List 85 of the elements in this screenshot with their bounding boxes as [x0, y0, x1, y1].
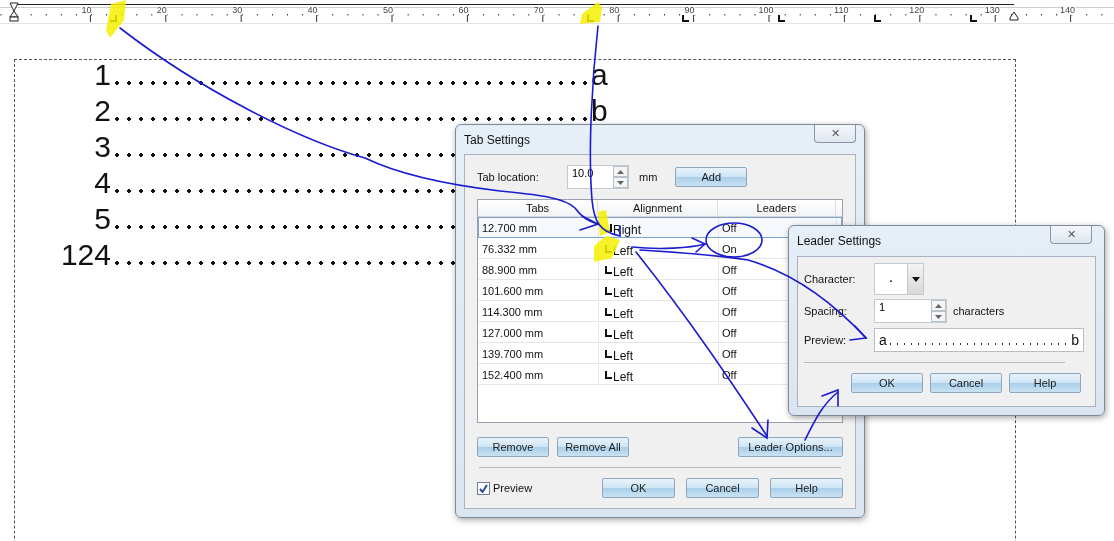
table-cell: 101.600 mm [482, 284, 544, 297]
preview-text: b [1071, 332, 1079, 348]
checkmark-icon [479, 483, 488, 493]
table-cell: 139.700 mm [482, 347, 544, 360]
table-cell: 127.000 mm [482, 326, 544, 339]
left-tab-icon [605, 370, 612, 379]
line-number: 1 [93, 58, 111, 92]
dialog-button[interactable]: Help [1009, 373, 1081, 393]
left-tab-icon[interactable] [970, 15, 977, 22]
remove-button[interactable]: Remove [477, 437, 549, 457]
table-cell: Left [613, 327, 633, 342]
dialog-button[interactable]: OK [851, 373, 923, 393]
preview-checkbox[interactable] [477, 481, 490, 495]
table-cell: 114.300 mm [482, 305, 543, 318]
table-cell: Off [722, 221, 737, 234]
caret-icon [911, 276, 920, 282]
left-tab-icon[interactable] [874, 15, 881, 22]
ruler-label: 20 [156, 5, 167, 15]
table-cell: Off [722, 284, 737, 297]
unit-label: characters [953, 305, 1005, 317]
line-number: 5 [93, 202, 111, 236]
table-cell: 88.900 mm [482, 263, 538, 276]
left-tab-icon[interactable] [778, 15, 785, 22]
ruler-label: 70 [533, 5, 544, 15]
left-tab-icon [605, 307, 612, 316]
field-label: Tab location: [477, 171, 540, 183]
line-number: 4 [93, 166, 111, 200]
ruler-label: 110 [834, 5, 849, 15]
table-cell: Off [722, 347, 737, 360]
annotation-arrow [804, 388, 839, 441]
character-dropdown[interactable]: . [874, 263, 924, 295]
ruler-label: 10 [81, 5, 92, 15]
table-cell: Off [722, 326, 737, 339]
table-cell: Left [613, 369, 633, 384]
unit-label: mm [639, 171, 658, 183]
indent-marker-icon[interactable] [9, 2, 19, 22]
dialog-title: Tab Settings [464, 133, 531, 147]
preview-text: a [879, 332, 887, 348]
margin-marker-icon[interactable] [1009, 11, 1019, 21]
table-cell: Left [613, 264, 633, 279]
table-cell: 76.332 mm [482, 242, 538, 255]
highlight-mark [580, 2, 602, 24]
table-cell: Left [613, 348, 633, 363]
left-tab-icon [605, 286, 612, 295]
add-button[interactable]: Add [675, 167, 748, 187]
ruler-label: 80 [609, 5, 620, 15]
ruler-label: 140 [1060, 5, 1076, 15]
dialog-button[interactable]: OK [602, 478, 675, 498]
line-number: 124 [59, 238, 111, 272]
left-tab-icon [605, 328, 612, 337]
table-cell: Left [613, 243, 633, 258]
annotation-circle [705, 222, 763, 258]
line-number: 3 [93, 130, 111, 164]
close-button[interactable]: ✕ [1050, 226, 1092, 244]
ruler-label: 130 [984, 5, 1000, 15]
dialog-button[interactable]: Cancel [930, 373, 1002, 393]
table-cell: 12.700 mm [482, 221, 538, 234]
table-cell: On [722, 242, 737, 255]
line-text: b [591, 94, 608, 128]
table-cell: Off [722, 305, 737, 318]
dialog-button[interactable]: Help [770, 478, 843, 498]
table-cell: Left [613, 306, 633, 321]
table-cell: Off [722, 263, 737, 276]
table-cell: Left [613, 285, 633, 300]
ruler-label: 120 [909, 5, 925, 15]
leader-options-button[interactable]: Leader Options... [738, 437, 843, 457]
table-cell: 152.400 mm [482, 368, 544, 381]
ruler-label: 30 [232, 5, 243, 15]
left-tab-icon [605, 349, 612, 358]
ruler-label: 60 [458, 5, 469, 15]
remove-all-button[interactable]: Remove All [557, 437, 629, 457]
left-tab-icon[interactable] [682, 15, 689, 22]
highlight-mark [106, 0, 126, 38]
ruler-label: 50 [383, 5, 393, 15]
column-header[interactable]: Leaders [718, 200, 836, 216]
dropdown-button[interactable] [907, 264, 923, 294]
close-button[interactable]: ✕ [814, 125, 856, 143]
left-tab-icon [605, 265, 612, 274]
ruler-label: 40 [307, 5, 318, 15]
dropdown-value: . [887, 267, 895, 287]
ruler-label: 100 [758, 5, 774, 15]
line-number: 2 [93, 94, 111, 128]
dialog-button[interactable]: Cancel [686, 478, 759, 498]
ruler-label: 90 [684, 5, 695, 15]
checkbox-label: Preview [493, 482, 533, 494]
